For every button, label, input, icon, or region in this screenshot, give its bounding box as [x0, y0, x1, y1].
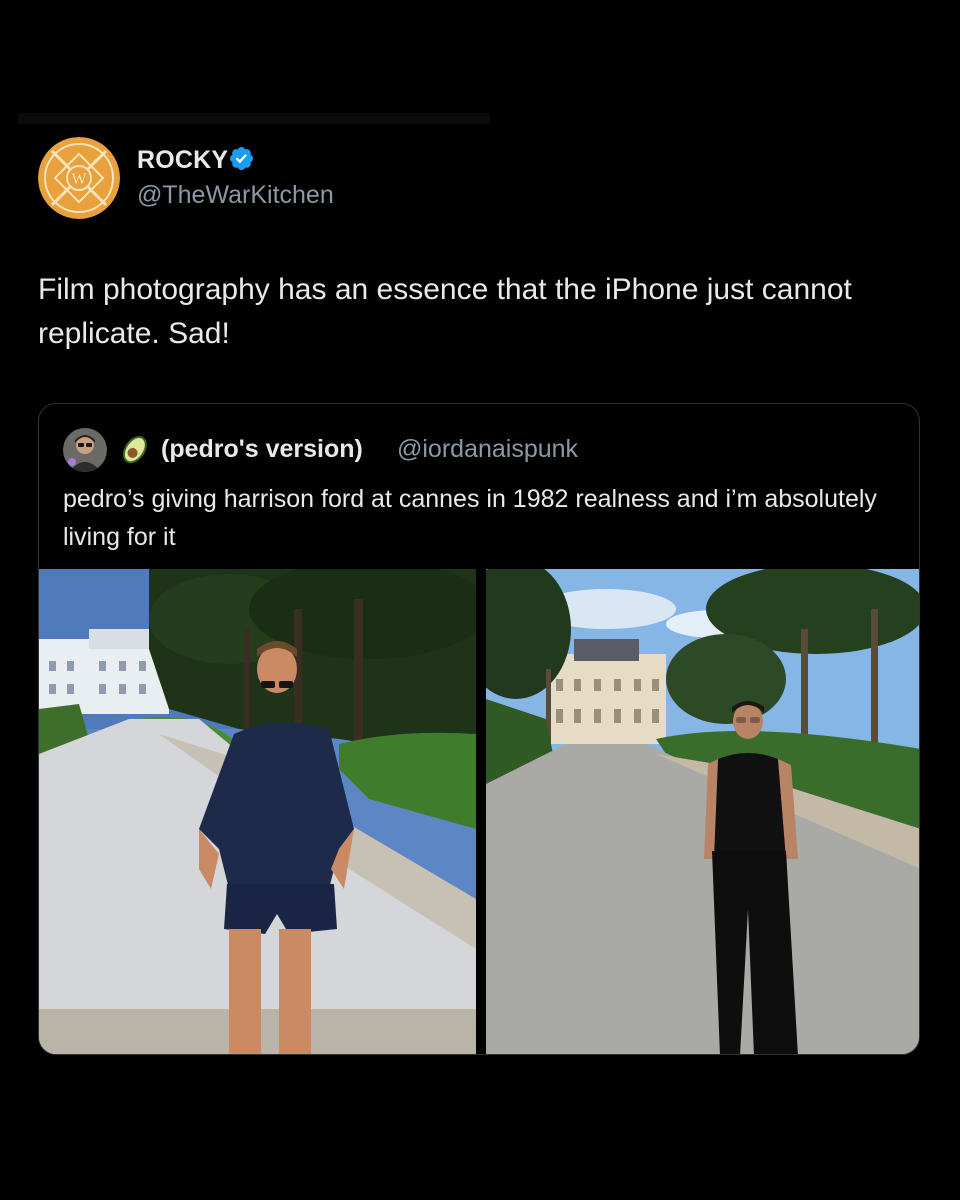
war-kitchen-logo-icon: W — [38, 137, 120, 219]
quote-tweet-card[interactable]: (pedro's version) @iordanaispunk pedro’s… — [38, 403, 920, 1055]
tweet-text: Film photography has an essence that the… — [38, 273, 852, 350]
photo-harrison-ford-icon — [39, 569, 476, 1054]
author-avatar[interactable]: W — [38, 137, 120, 219]
avocado-icon — [122, 436, 147, 464]
media-photo-right[interactable] — [486, 569, 919, 1054]
author-handle[interactable]: @TheWarKitchen — [137, 181, 334, 210]
author-display-name[interactable]: ROCKY — [137, 146, 228, 175]
photo-pedro-pascal-icon — [486, 569, 919, 1054]
avocado-emoji — [116, 428, 156, 468]
quote-author-handle[interactable]: @iordanaispunk — [397, 435, 578, 464]
top-divider — [18, 113, 490, 124]
svg-text:W: W — [71, 171, 87, 188]
quote-text: pedro’s giving harrison ford at cannes i… — [63, 485, 877, 551]
verified-badge-icon — [229, 146, 254, 171]
user-avatar-icon — [63, 428, 107, 472]
media-photo-left[interactable] — [39, 569, 476, 1054]
quote-author-avatar[interactable] — [63, 428, 107, 472]
quote-author-name[interactable]: (pedro's version) — [161, 435, 363, 464]
